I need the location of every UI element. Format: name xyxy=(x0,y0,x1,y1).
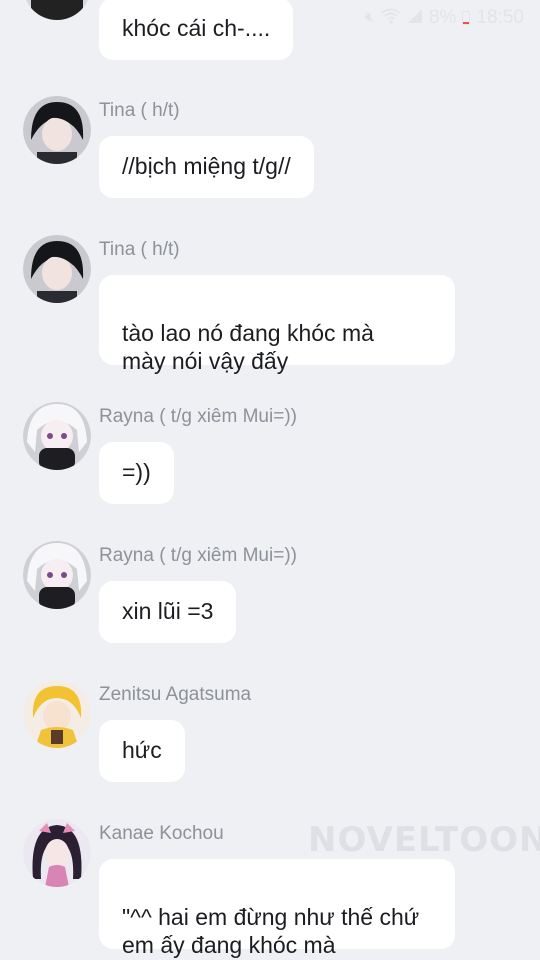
sender-name: Kanae Kochou xyxy=(99,823,224,844)
sender-name: Tina ( h/t) xyxy=(99,100,180,121)
sender-name: Rayna ( t/g xiêm Mui=)) xyxy=(99,406,297,427)
message-text: xin lũi =3 xyxy=(122,598,214,624)
white-hair-girl-avatar[interactable] xyxy=(23,402,91,470)
message-text: //bịch miệng t/g// xyxy=(122,153,291,179)
sender-name: Tina ( h/t) xyxy=(99,239,180,260)
message-bubble: //bịch miệng t/g// xyxy=(99,136,314,198)
message-bubble: "^^ hai em đừng như thế chứ em ấy đang k… xyxy=(99,859,455,958)
battery-percent: 8% xyxy=(428,7,457,28)
message-bubble: khóc cái ch-.... xyxy=(99,0,294,60)
sender-name: Zenitsu Agatsuma xyxy=(99,684,252,705)
message-bubble: tào lao nó đang khóc mà mày nói vậy đấy xyxy=(99,275,455,374)
message-text: =)) xyxy=(122,459,151,485)
wifi-icon xyxy=(381,8,401,29)
clock: 18:50 xyxy=(476,7,524,28)
mute-icon: 🔇︎ xyxy=(364,9,375,26)
signal-icon xyxy=(407,8,423,29)
battery-icon xyxy=(462,11,471,25)
message-text: khóc cái ch-.... xyxy=(122,15,271,41)
message-text: hức xyxy=(122,737,162,763)
dark-hair-boy-avatar[interactable] xyxy=(23,96,91,164)
blonde-boy-avatar[interactable] xyxy=(23,680,91,748)
butterfly-girl-avatar[interactable] xyxy=(23,819,91,887)
sender-name: Rayna ( t/g xiêm Mui=)) xyxy=(99,545,297,566)
noveltoon-watermark: NOVELTOON xyxy=(308,820,540,860)
message-bubble: =)) xyxy=(99,442,174,504)
message-text: tào lao nó đang khóc mà mày nói vậy đấy xyxy=(122,320,374,374)
status-bar: 🔇︎ 8% 18:50 xyxy=(365,6,524,30)
dark-hair-boy-avatar[interactable] xyxy=(23,235,91,303)
white-hair-girl-avatar[interactable] xyxy=(23,0,91,20)
message-bubble: hức xyxy=(99,720,185,782)
message-bubble: xin lũi =3 xyxy=(99,581,237,643)
white-hair-girl-avatar[interactable] xyxy=(23,541,91,609)
message-text: "^^ hai em đừng như thế chứ em ấy đang k… xyxy=(122,904,420,958)
